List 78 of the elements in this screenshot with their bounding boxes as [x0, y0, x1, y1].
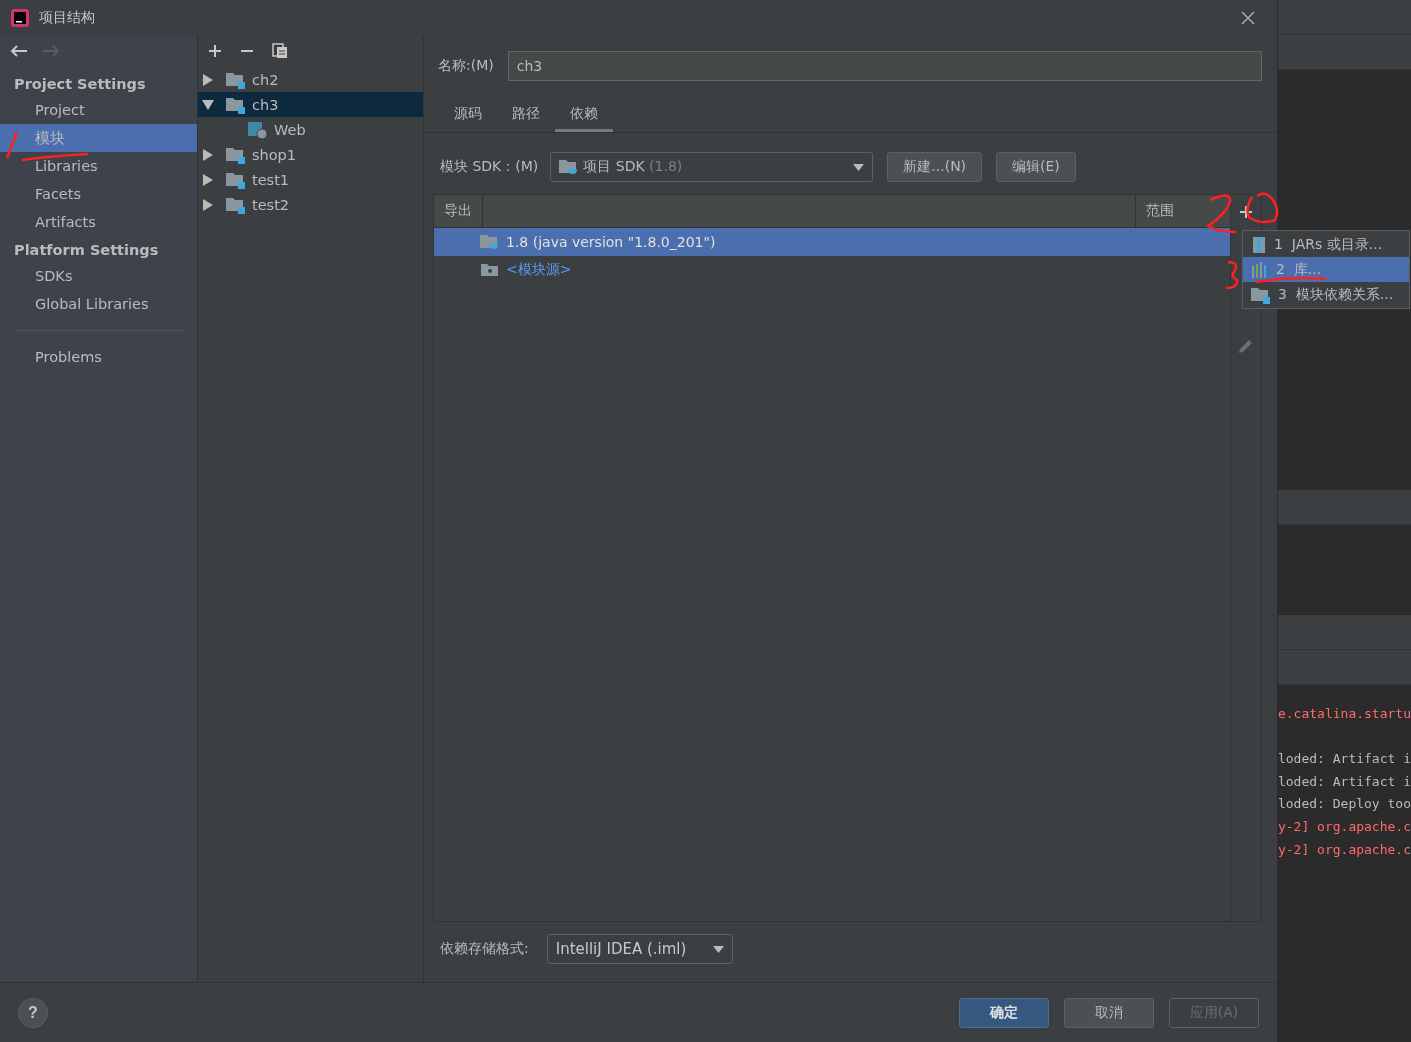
tab[interactable]: 源码: [439, 105, 497, 132]
add-icon[interactable]: [1238, 205, 1253, 219]
tree-item[interactable]: Web: [198, 117, 423, 142]
number-annotation: [1225, 260, 1239, 290]
sdk-folder-icon: [480, 234, 500, 250]
sidebar-item[interactable]: Problems: [0, 343, 197, 371]
module-folder-icon: [226, 195, 246, 214]
module-folder-icon: [226, 95, 246, 114]
web-facet-icon: [248, 120, 268, 139]
expander-icon[interactable]: [202, 148, 214, 161]
menu-item[interactable]: 1 JARs 或目录...: [1243, 232, 1409, 257]
jar-icon: [1251, 235, 1267, 254]
tab[interactable]: 依赖: [555, 105, 613, 132]
dependency-row[interactable]: 1.8 (java version "1.8.0_201"): [434, 228, 1230, 256]
dropdown-caret-icon: [853, 163, 865, 171]
back-arrow-icon[interactable]: [10, 44, 28, 58]
tab[interactable]: 路径: [497, 105, 555, 132]
module-folder-icon: [226, 145, 246, 164]
module-folder-icon: [1251, 285, 1271, 304]
log-line: loded: Deploy too: [1277, 796, 1411, 812]
circle-annotation: [1246, 192, 1279, 224]
module-folder-icon: [226, 170, 246, 189]
tree-item[interactable]: shop1: [198, 142, 423, 167]
library-icon: [1251, 261, 1269, 278]
expander-icon[interactable]: [202, 73, 214, 86]
dropdown-caret-icon: [712, 945, 724, 953]
expander-icon[interactable]: [202, 198, 214, 211]
add-icon[interactable]: [208, 44, 222, 58]
format-dropdown[interactable]: IntelliJ IDEA (.iml): [546, 934, 733, 964]
copy-icon[interactable]: [272, 43, 288, 59]
sidebar-item[interactable]: Global Libraries: [0, 290, 197, 318]
sdk-folder-icon: [559, 159, 580, 175]
tree-item[interactable]: ch2: [198, 67, 423, 92]
field-label: 名称:(M): [438, 57, 494, 75]
module-name: test1: [252, 171, 290, 188]
expander-icon[interactable]: [202, 98, 214, 111]
tree-item[interactable]: ch3: [198, 92, 423, 117]
dialog-button[interactable]: 新建...(N): [887, 152, 983, 182]
module-folder-icon: [226, 70, 246, 89]
close-icon[interactable]: [1240, 10, 1255, 25]
section-heading: Platform Settings: [13, 241, 160, 260]
log-line: y-2] org.apache.c: [1277, 841, 1411, 857]
tree-item[interactable]: test1: [198, 167, 423, 192]
window-title: 项目结构: [39, 8, 95, 27]
dependency-row[interactable]: <模块源>: [434, 256, 1230, 284]
expander-icon[interactable]: [202, 173, 214, 186]
app-logo-icon: [10, 7, 30, 28]
dialog-button[interactable]: 编辑(E): [996, 152, 1076, 182]
sidebar-item[interactable]: Artifacts: [0, 208, 197, 236]
name-field[interactable]: ch3: [507, 51, 1262, 81]
section-heading: Project Settings: [13, 75, 147, 94]
facet-name: Web: [274, 121, 306, 138]
underline-annotation: [1255, 276, 1327, 284]
log-line: y-2] org.apache.c: [1277, 818, 1411, 834]
tree-item[interactable]: test2: [198, 192, 423, 217]
module-name: ch3: [252, 96, 279, 113]
module-name: test2: [252, 196, 290, 213]
log-line: e.catalina.startu: [1277, 706, 1411, 721]
module-name: ch2: [252, 71, 279, 88]
sidebar-item[interactable]: SDKs: [0, 262, 197, 290]
menu-item[interactable]: 3 模块依赖关系...: [1243, 282, 1409, 307]
sidebar-item[interactable]: Project: [0, 96, 197, 124]
sidebar-item[interactable]: Libraries: [0, 152, 197, 180]
sidebar-item[interactable]: Facets: [0, 180, 197, 208]
column-header[interactable]: 范围: [1135, 195, 1230, 227]
dialog-button[interactable]: 取消: [1063, 997, 1154, 1028]
source-folder-icon: [480, 262, 500, 278]
field-label: 依赖存储格式:: [440, 940, 529, 958]
log-line: loded: Artifact i: [1277, 751, 1411, 767]
sdk-dropdown[interactable]: 项目 SDK (1.8): [550, 152, 874, 182]
sidebar-item[interactable]: 模块: [0, 124, 197, 152]
column-header[interactable]: 导出: [434, 195, 483, 227]
log-line: loded: Artifact i: [1277, 773, 1411, 789]
field-label: 模块 SDK：(M): [440, 158, 539, 176]
dialog-button[interactable]: 确定: [958, 997, 1049, 1028]
help-button[interactable]: ?: [18, 997, 48, 1028]
number-annotation: [1206, 194, 1236, 234]
module-name: shop1: [252, 146, 297, 163]
